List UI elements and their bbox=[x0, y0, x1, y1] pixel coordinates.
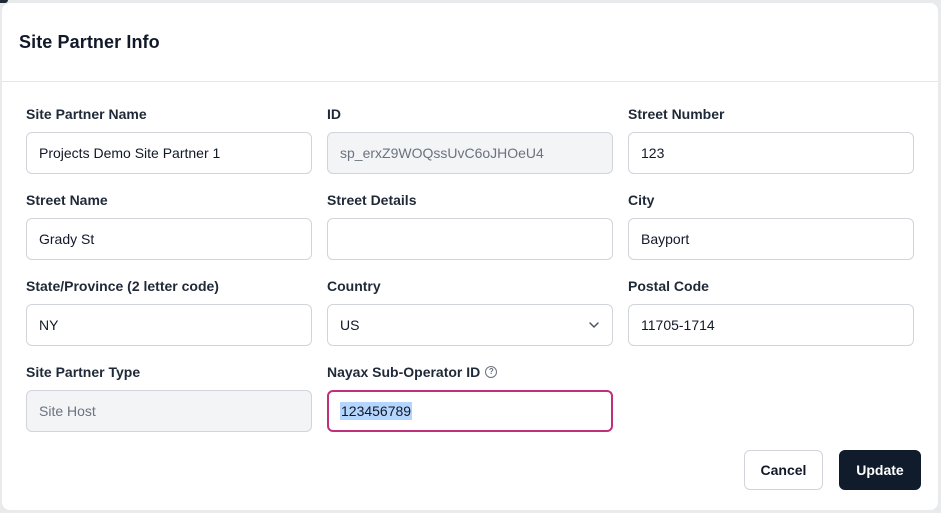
country-select[interactable]: US bbox=[327, 304, 613, 346]
dialog-header: Site Partner Info bbox=[2, 3, 938, 82]
state-value: NY bbox=[39, 317, 59, 333]
field-site-partner-name: Site Partner Name Projects Demo Site Par… bbox=[26, 104, 312, 190]
cancel-button[interactable]: Cancel bbox=[744, 450, 823, 490]
id-input: sp_erxZ9WOQssUvC6oJHOeU4 bbox=[327, 132, 613, 174]
dialog-footer: Cancel Update bbox=[744, 450, 921, 490]
site-partner-name-value: Projects Demo Site Partner 1 bbox=[39, 145, 221, 161]
postal-code-label: Postal Code bbox=[628, 278, 709, 294]
field-state: State/Province (2 letter code) NY bbox=[26, 276, 312, 362]
country-value: US bbox=[340, 317, 360, 333]
postal-code-value: 11705-1714 bbox=[641, 317, 715, 333]
help-icon[interactable]: ? bbox=[485, 366, 498, 378]
field-id: ID sp_erxZ9WOQssUvC6oJHOeU4 bbox=[327, 104, 613, 190]
state-label: State/Province (2 letter code) bbox=[26, 278, 219, 294]
street-details-input[interactable] bbox=[327, 218, 613, 260]
nayax-sub-operator-id-label: Nayax Sub-Operator ID bbox=[327, 364, 481, 380]
street-name-value: Grady St bbox=[39, 231, 95, 247]
country-label: Country bbox=[327, 278, 381, 294]
nayax-sub-operator-id-input[interactable]: 123456789 bbox=[327, 390, 613, 432]
street-name-label: Street Name bbox=[26, 192, 108, 208]
city-label: City bbox=[628, 192, 655, 208]
field-postal-code: Postal Code 11705-1714 bbox=[628, 276, 914, 362]
site-partner-type-input: Site Host bbox=[26, 390, 312, 432]
site-partner-name-label: Site Partner Name bbox=[26, 106, 147, 122]
field-city: City Bayport bbox=[628, 190, 914, 276]
field-nayax-sub-operator-id: Nayax Sub-Operator ID ? 123456789 bbox=[327, 362, 613, 448]
site-partner-info-dialog: Site Partner Info Site Partner Name Proj… bbox=[2, 3, 938, 510]
field-country: Country US bbox=[327, 276, 613, 362]
site-partner-type-label: Site Partner Type bbox=[26, 364, 141, 380]
nayax-sub-operator-id-value: 123456789 bbox=[340, 402, 413, 420]
postal-code-input[interactable]: 11705-1714 bbox=[628, 304, 914, 346]
field-street-name: Street Name Grady St bbox=[26, 190, 312, 276]
street-number-label: Street Number bbox=[628, 106, 725, 122]
field-site-partner-type: Site Partner Type Site Host bbox=[26, 362, 312, 448]
street-number-input[interactable]: 123 bbox=[628, 132, 914, 174]
chevron-down-icon bbox=[589, 322, 599, 328]
city-value: Bayport bbox=[641, 231, 690, 247]
city-input[interactable]: Bayport bbox=[628, 218, 914, 260]
site-partner-form: Site Partner Name Projects Demo Site Par… bbox=[26, 104, 914, 448]
field-street-details: Street Details bbox=[327, 190, 613, 276]
site-partner-name-input[interactable]: Projects Demo Site Partner 1 bbox=[26, 132, 312, 174]
site-partner-type-value: Site Host bbox=[39, 403, 96, 419]
id-label: ID bbox=[327, 106, 341, 122]
field-street-number: Street Number 123 bbox=[628, 104, 914, 190]
state-input[interactable]: NY bbox=[26, 304, 312, 346]
dialog-title: Site Partner Info bbox=[19, 32, 160, 52]
id-value: sp_erxZ9WOQssUvC6oJHOeU4 bbox=[340, 145, 544, 161]
street-name-input[interactable]: Grady St bbox=[26, 218, 312, 260]
nayax-sub-operator-id-label-row: Nayax Sub-Operator ID ? bbox=[327, 362, 613, 382]
update-button[interactable]: Update bbox=[839, 450, 921, 490]
street-number-value: 123 bbox=[641, 145, 665, 161]
street-details-label: Street Details bbox=[327, 192, 417, 208]
empty-grid-cell bbox=[628, 362, 914, 448]
